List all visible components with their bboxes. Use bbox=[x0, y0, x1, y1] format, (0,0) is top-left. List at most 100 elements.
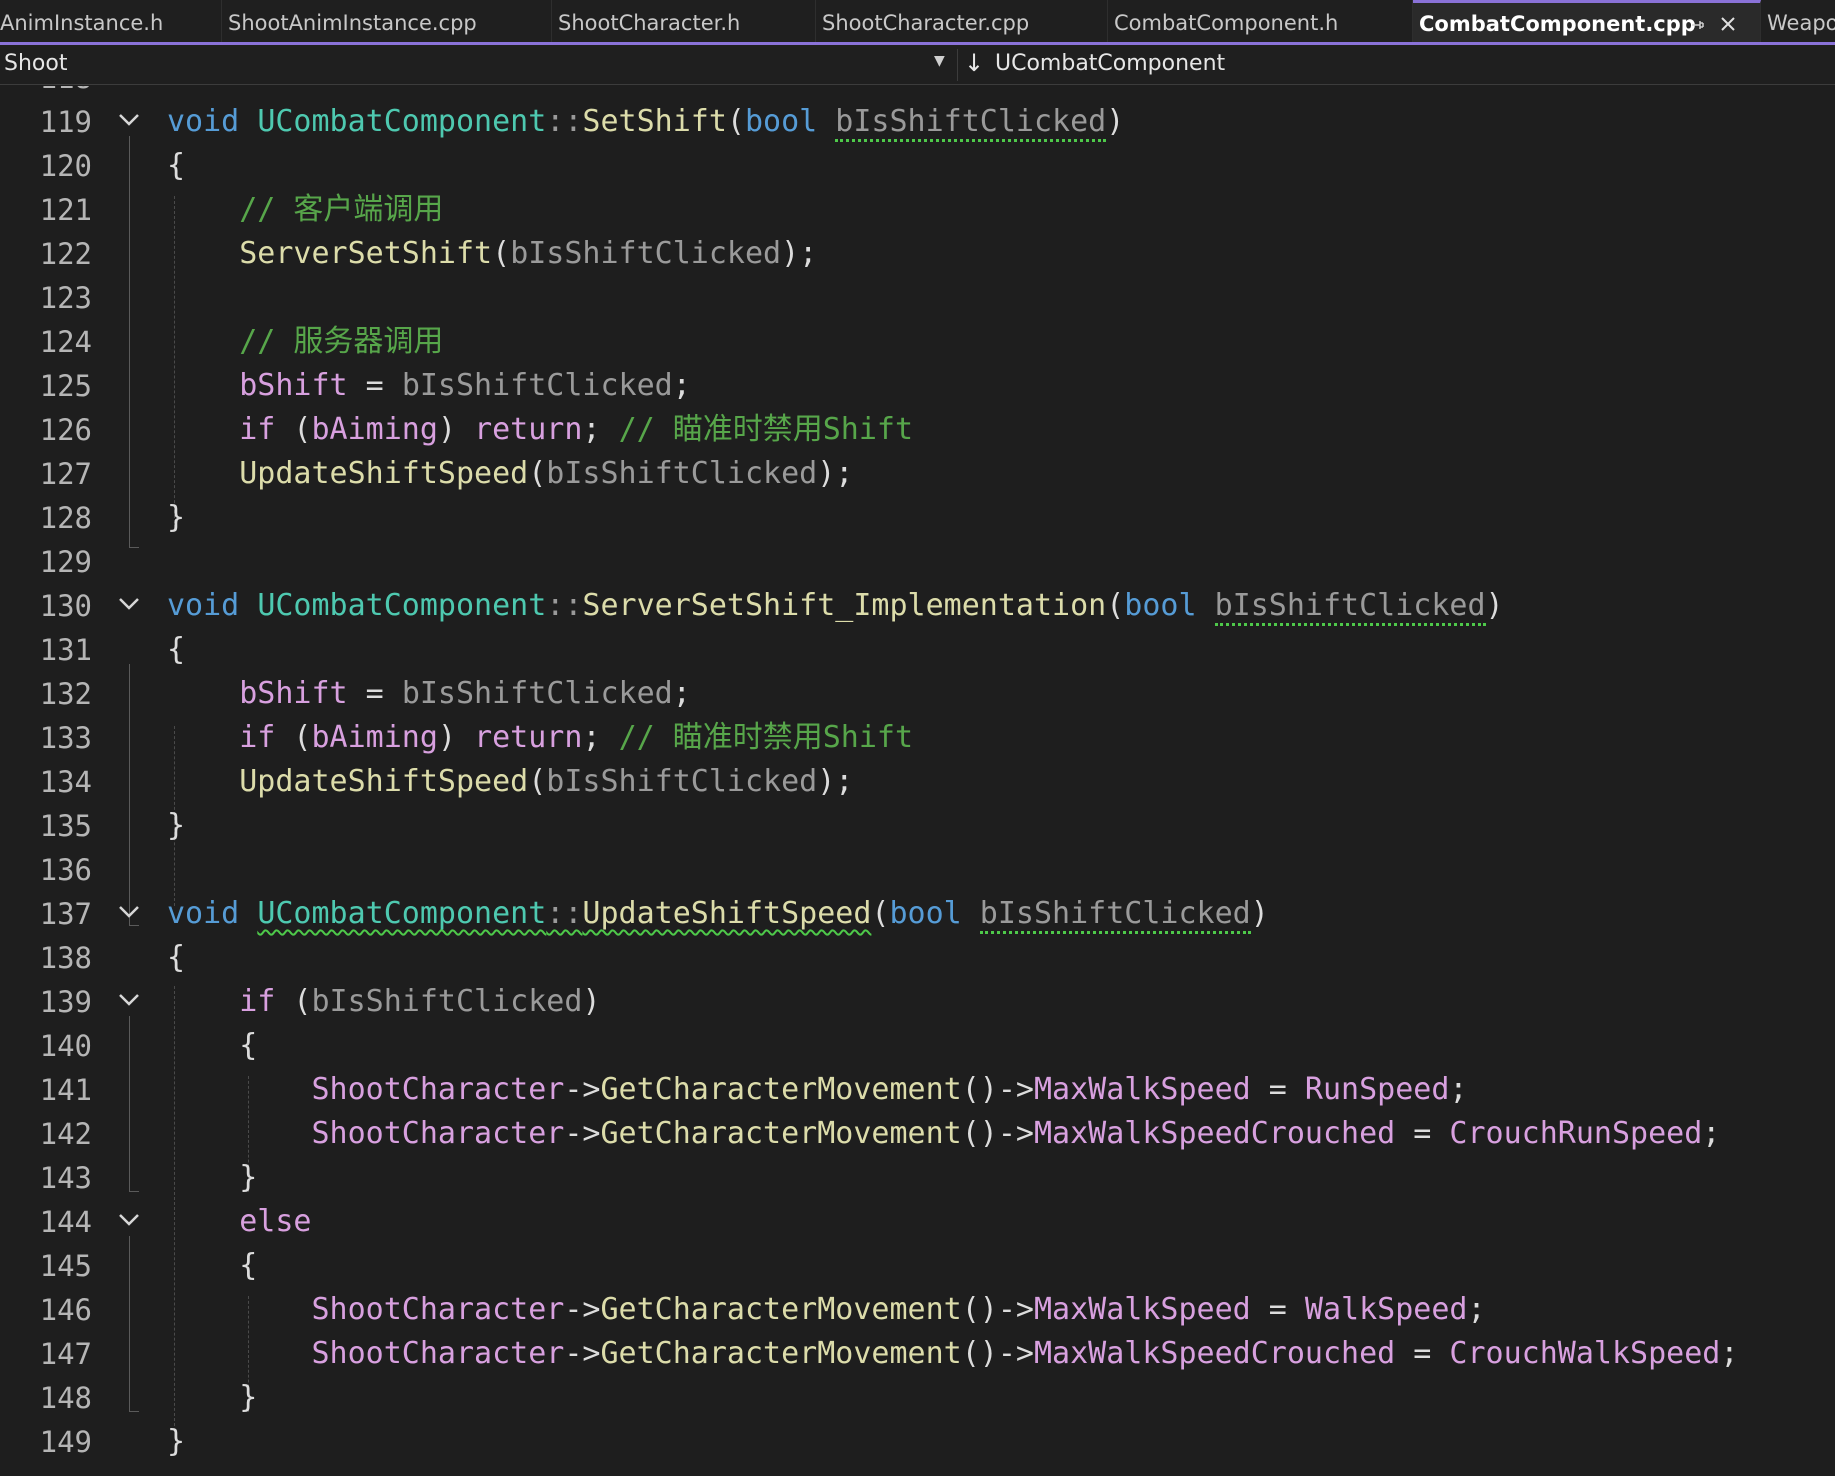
line-number: 144 bbox=[39, 1205, 92, 1239]
code-line: 120 { bbox=[0, 144, 1835, 188]
line-number: 122 bbox=[39, 237, 92, 271]
line-number: 128 bbox=[39, 501, 92, 535]
code-line: 137 void UCombatComponent::UpdateShiftSp… bbox=[0, 892, 1835, 936]
function-name: ServerSetShift_Implementation bbox=[582, 588, 1107, 623]
class-name: UCombatComponent bbox=[257, 104, 547, 139]
tab-combatcomponent-cpp[interactable]: CombatComponent.cpp bbox=[1413, 0, 1761, 42]
parameter: bIsShiftClicked bbox=[835, 104, 1107, 142]
chevron-down-icon[interactable] bbox=[114, 1207, 144, 1237]
editor-tab-bar: AnimInstance.h ShootAnimInstance.cpp Sho… bbox=[0, 0, 1835, 45]
code-line: 148 } bbox=[0, 1376, 1835, 1420]
function-name: SetShift bbox=[582, 104, 727, 139]
line-number: 130 bbox=[39, 589, 92, 623]
parameter: bIsShiftClicked bbox=[546, 456, 818, 491]
pin-icon[interactable] bbox=[1689, 3, 1705, 42]
code-text: } bbox=[167, 1380, 258, 1415]
code-text: if (bAiming) return; // 瞄准时禁用Shift bbox=[239, 412, 914, 447]
code-text: { bbox=[167, 940, 186, 975]
code-text: // 客户端调用 bbox=[167, 188, 443, 232]
code-line: 143 } bbox=[0, 1156, 1835, 1200]
code-text: // 服务器调用 bbox=[167, 320, 443, 364]
member: MaxWalkSpeed bbox=[1033, 1072, 1251, 1107]
comment: // 瞄准时禁用Shift bbox=[618, 720, 914, 755]
line-number: 134 bbox=[39, 765, 92, 799]
code-text: bShift = bIsShiftClicked; bbox=[239, 368, 691, 403]
tab-combatcomponent-h[interactable]: CombatComponent.h bbox=[1108, 0, 1413, 42]
member: WalkSpeed bbox=[1304, 1292, 1468, 1327]
code-line: 133 if (bAiming) return; // 瞄准时禁用Shift bbox=[0, 716, 1835, 760]
line-number: 139 bbox=[39, 985, 92, 1019]
tab-label: ShootCharacter.h bbox=[558, 11, 741, 35]
member: ShootCharacter bbox=[311, 1072, 565, 1107]
function-name: GetCharacterMovement bbox=[600, 1292, 962, 1327]
keyword: else bbox=[239, 1204, 312, 1239]
code-text: else bbox=[167, 1200, 312, 1244]
code-text: ShootCharacter->GetCharacterMovement()->… bbox=[311, 1336, 1739, 1371]
code-line: 118 bbox=[0, 86, 1835, 100]
code-text: UpdateShiftSpeed(bIsShiftClicked); bbox=[239, 456, 854, 491]
code-line: 129 bbox=[0, 540, 1835, 584]
keyword: return bbox=[474, 412, 583, 447]
chevron-down-icon[interactable] bbox=[114, 899, 144, 929]
line-number: 125 bbox=[39, 369, 92, 403]
chevron-down-icon[interactable] bbox=[114, 591, 144, 621]
member: MaxWalkSpeedCrouched bbox=[1033, 1336, 1396, 1371]
tab-shootcharacter-cpp[interactable]: ShootCharacter.cpp bbox=[816, 0, 1108, 42]
tab-shootcharacter-h[interactable]: ShootCharacter.h bbox=[552, 0, 816, 42]
member: bAiming bbox=[311, 412, 438, 447]
close-icon[interactable] bbox=[1719, 3, 1737, 42]
code-line: 131 { bbox=[0, 628, 1835, 672]
code-text: void UCombatComponent::UpdateShiftSpeed(… bbox=[167, 892, 1269, 936]
code-line: 139 if (bIsShiftClicked) bbox=[0, 980, 1835, 1024]
code-line: 127 UpdateShiftSpeed(bIsShiftClicked); bbox=[0, 452, 1835, 496]
tab-label: CombatComponent.cpp bbox=[1419, 12, 1696, 36]
project-selector[interactable]: Shoot bbox=[4, 51, 67, 76]
code-line: 130 void UCombatComponent::ServerSetShif… bbox=[0, 584, 1835, 628]
tab-animinstance-h[interactable]: AnimInstance.h bbox=[0, 0, 222, 42]
line-number: 118 bbox=[0, 86, 92, 100]
function-name: GetCharacterMovement bbox=[600, 1072, 962, 1107]
tab-shootaniminstance-cpp[interactable]: ShootAnimInstance.cpp bbox=[222, 0, 552, 42]
tab-label: CombatComponent.h bbox=[1114, 11, 1339, 35]
code-line: 128 } bbox=[0, 496, 1835, 540]
chevron-down-icon[interactable] bbox=[114, 107, 144, 137]
member: bAiming bbox=[311, 720, 438, 755]
navigation-bar: Shoot ▼ ↓ UCombatComponent bbox=[0, 45, 1835, 85]
member: RunSpeed bbox=[1304, 1072, 1450, 1107]
code-text: ShootCharacter->GetCharacterMovement()->… bbox=[311, 1292, 1486, 1327]
member: bShift bbox=[239, 676, 348, 711]
code-text: { bbox=[167, 632, 186, 667]
code-text: if (bIsShiftClicked) bbox=[239, 984, 601, 1019]
code-text: } bbox=[167, 1160, 258, 1195]
code-line: 132 bShift = bIsShiftClicked; bbox=[0, 672, 1835, 716]
code-line: 146 ShootCharacter->GetCharacterMovement… bbox=[0, 1288, 1835, 1332]
chevron-down-icon[interactable]: ▼ bbox=[934, 53, 945, 69]
code-line: 124 // 服务器调用 bbox=[0, 320, 1835, 364]
keyword: void bbox=[167, 588, 240, 623]
code-line: 145 { bbox=[0, 1244, 1835, 1288]
comment: // 服务器调用 bbox=[239, 324, 444, 359]
operator: :: bbox=[546, 104, 583, 139]
line-number: 136 bbox=[39, 853, 92, 887]
code-text: if (bAiming) return; // 瞄准时禁用Shift bbox=[239, 720, 914, 755]
line-number: 135 bbox=[39, 809, 92, 843]
keyword: void bbox=[167, 104, 240, 139]
function-name: UpdateShiftSpeed bbox=[582, 896, 872, 931]
code-line: 122 ServerSetShift(bIsShiftClicked); bbox=[0, 232, 1835, 276]
scope-selector[interactable]: UCombatComponent bbox=[995, 51, 1225, 76]
line-number: 145 bbox=[39, 1249, 92, 1283]
operator: :: bbox=[546, 588, 583, 623]
keyword: bool bbox=[1124, 588, 1197, 623]
keyword: bool bbox=[889, 896, 962, 931]
keyword: if bbox=[239, 412, 276, 447]
code-text: void UCombatComponent::ServerSetShift_Im… bbox=[167, 584, 1504, 628]
chevron-down-icon[interactable] bbox=[114, 987, 144, 1017]
code-line: 123 bbox=[0, 276, 1835, 320]
code-text: UpdateShiftSpeed(bIsShiftClicked); bbox=[239, 764, 854, 799]
tab-weapon[interactable]: Weapo bbox=[1761, 0, 1835, 42]
code-editor[interactable]: 118 119 void UCombatComponent::SetShift(… bbox=[0, 86, 1835, 1476]
line-number: 148 bbox=[39, 1381, 92, 1415]
parameter: bIsShiftClicked bbox=[311, 984, 583, 1019]
class-name: UCombatComponent bbox=[257, 588, 547, 623]
line-number: 123 bbox=[39, 281, 92, 315]
